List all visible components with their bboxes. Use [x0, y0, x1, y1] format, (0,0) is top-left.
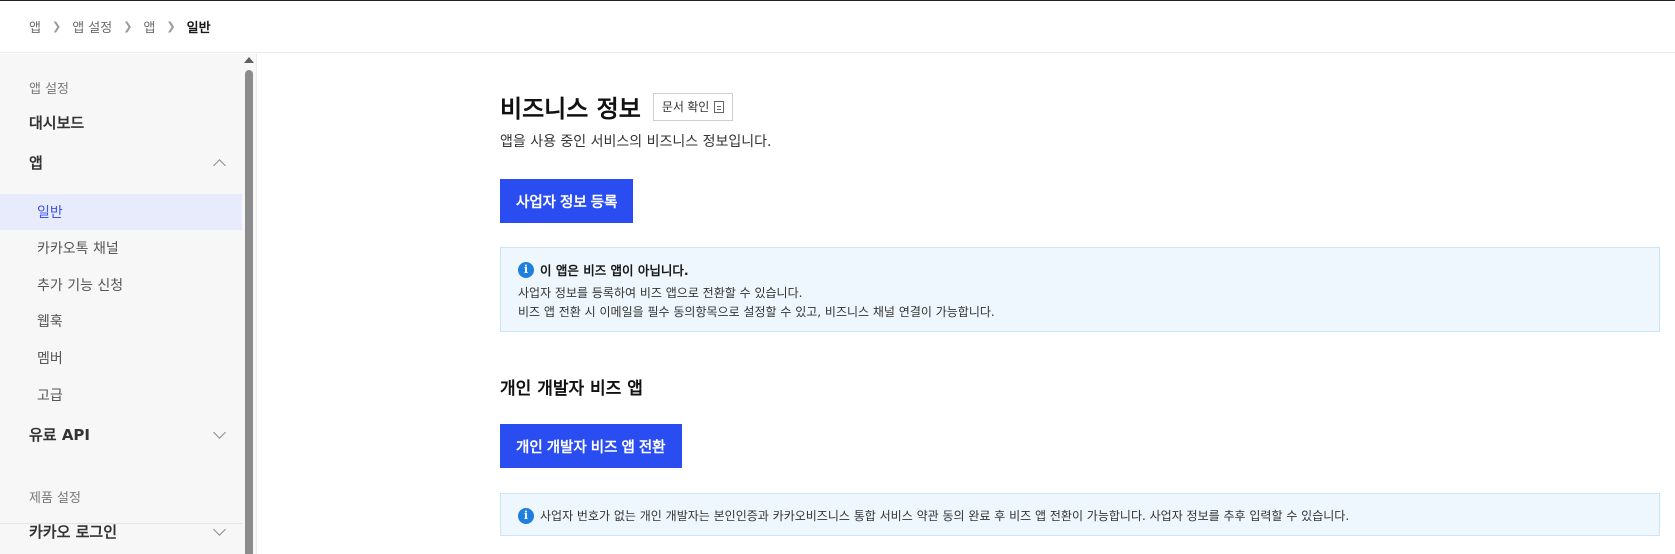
- info-icon: i: [518, 261, 534, 278]
- page-title: 비즈니스 정보: [500, 95, 641, 123]
- individual-notice-row: i 사업자 번호가 없는 개인 개발자는 본인인증과 카카오비즈니스 통합 서비…: [518, 507, 1349, 524]
- breadcrumb-current: 일반: [186, 21, 211, 36]
- sidebar-item-label: 카카오 로그인: [29, 523, 118, 541]
- info-icon: i: [518, 507, 534, 524]
- sidebar: 앱 설정 대시보드 앱 일반 카카오톡 채널 추가 기능 신청 웹훅 멤버 고급…: [0, 54, 243, 554]
- view-docs-label: 문서 확인: [661, 100, 710, 114]
- sidebar-item-kakaotalk-channel[interactable]: 카카오톡 채널: [0, 230, 242, 266]
- chevron-down-icon: [213, 522, 226, 536]
- chevron-up-icon: [213, 158, 226, 172]
- register-business-info-button[interactable]: 사업자 정보 등록: [500, 179, 634, 223]
- sidebar-item-label: 추가 기능 신청: [37, 278, 124, 294]
- sidebar-item-feature-request[interactable]: 추가 기능 신청: [0, 267, 242, 303]
- notice-title-text: 이 앱은 비즈 앱이 아닙니다.: [540, 263, 689, 278]
- breadcrumb-item-app[interactable]: 앱: [29, 17, 41, 36]
- chevron-right-icon: ❯: [123, 20, 133, 33]
- sidebar-item-kakao-login[interactable]: 카카오 로그인: [29, 521, 226, 542]
- view-docs-button[interactable]: 문서 확인: [652, 92, 734, 121]
- sidebar-item-label: 유료 API: [29, 426, 91, 444]
- chevron-right-icon: ❯: [166, 20, 176, 33]
- chevron-down-icon: [213, 425, 226, 439]
- sidebar-item-label: 일반: [37, 205, 63, 221]
- breadcrumb-item-app-sub[interactable]: 앱: [143, 17, 155, 36]
- sidebar-border: [256, 54, 257, 554]
- sidebar-item-paid-api[interactable]: 유료 API: [29, 424, 226, 445]
- sidebar-scrollbar[interactable]: [242, 54, 256, 554]
- sidebar-item-label: 앱: [29, 154, 43, 172]
- breadcrumb-item-app-settings[interactable]: 앱 설정: [72, 17, 112, 36]
- sidebar-item-label: 멤버: [37, 351, 63, 367]
- scrollbar-thumb[interactable]: [245, 70, 253, 554]
- sidebar-item-dashboard[interactable]: 대시보드: [29, 112, 224, 133]
- breadcrumb: 앱 ❯ 앱 설정 ❯ 앱 ❯ 일반: [0, 1, 1675, 53]
- page-subtitle: 앱을 사용 중인 서비스의 비즈니스 정보입니다.: [500, 134, 772, 150]
- sidebar-item-label: 대시보드: [29, 114, 85, 132]
- sidebar-item-label: 웹훅: [37, 314, 63, 330]
- notice-title: i 이 앱은 비즈 앱이 아닙니다.: [518, 260, 689, 279]
- document-icon: [714, 100, 725, 113]
- biz-app-notice: i 이 앱은 비즈 앱이 아닙니다. 사업자 정보를 등록하여 비즈 앱으로 전…: [500, 247, 1660, 332]
- sidebar-item-app[interactable]: 앱: [29, 152, 226, 173]
- notice-line-2: 비즈 앱 전환 시 이메일을 필수 동의항목으로 설정할 수 있고, 비즈니스 …: [518, 305, 995, 319]
- sidebar-group-product-settings: 제품 설정: [29, 491, 81, 506]
- individual-developer-notice: i 사업자 번호가 없는 개인 개발자는 본인인증과 카카오비즈니스 통합 서비…: [500, 493, 1660, 536]
- sidebar-item-label: 고급: [37, 388, 63, 404]
- sidebar-item-general[interactable]: 일반: [0, 194, 242, 230]
- sidebar-item-label: 카카오톡 채널: [37, 241, 119, 257]
- notice-line-1: 사업자 정보를 등록하여 비즈 앱으로 전환할 수 있습니다.: [518, 286, 803, 300]
- sidebar-group-app-settings: 앱 설정: [29, 82, 70, 97]
- title-row: 비즈니스 정보 문서 확인: [500, 89, 734, 124]
- scroll-up-arrow-icon[interactable]: [244, 57, 254, 63]
- convert-individual-biz-app-button[interactable]: 개인 개발자 비즈 앱 전환: [500, 424, 682, 468]
- sidebar-item-members[interactable]: 멤버: [0, 340, 242, 376]
- sidebar-item-webhook[interactable]: 웹훅: [0, 303, 242, 339]
- chevron-right-icon: ❯: [51, 20, 62, 33]
- sidebar-item-advanced[interactable]: 고급: [0, 377, 242, 413]
- individual-notice-text: 사업자 번호가 없는 개인 개발자는 본인인증과 카카오비즈니스 통합 서비스 …: [540, 509, 1350, 523]
- individual-developer-section-title: 개인 개발자 비즈 앱: [500, 379, 643, 399]
